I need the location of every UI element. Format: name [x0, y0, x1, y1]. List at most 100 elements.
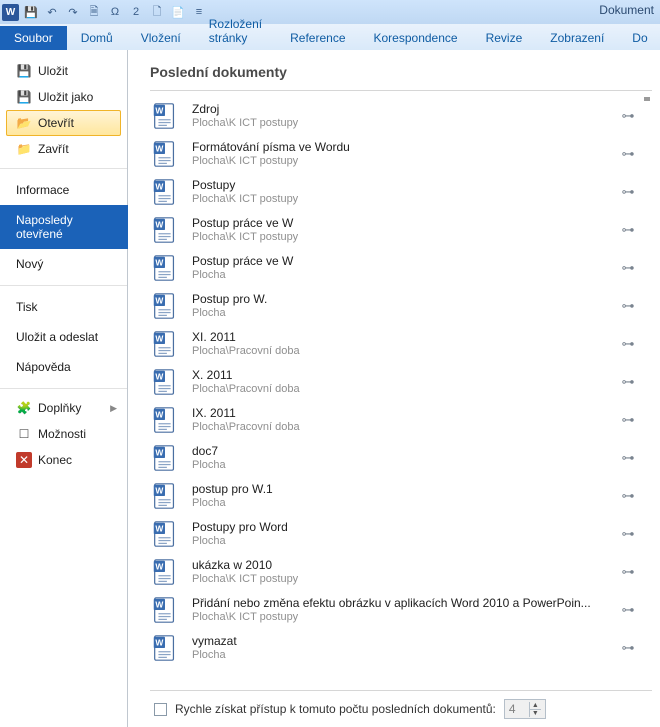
pin-icon[interactable]: ⊶ [620, 146, 636, 162]
pin-icon[interactable]: ⊶ [620, 640, 636, 656]
recent-document-text: ukázka w 2010Plocha\K ICT postupy [192, 558, 608, 586]
recent-document-text: ZdrojPlocha\K ICT postupy [192, 102, 608, 130]
doc-name: IX. 2011 [192, 406, 608, 420]
qa-symbol-icon[interactable]: Ω [106, 3, 124, 21]
recent-document-text: Formátování písma ve WorduPlocha\K ICT p… [192, 140, 608, 168]
chevron-right-icon: ▶ [110, 403, 117, 414]
pin-icon[interactable]: ⊶ [620, 564, 636, 580]
recent-document-row[interactable]: W vymazatPlocha⊶ [150, 629, 652, 667]
titlebar: W 💾 ↶ ↷ 🗎 Ω 2 🗋 📄 ≡ Dokument [0, 0, 660, 24]
doc-name: X. 2011 [192, 368, 608, 382]
doc-path: Plocha [192, 306, 608, 320]
svg-text:W: W [155, 486, 163, 496]
doc-path: Plocha\K ICT postupy [192, 154, 608, 168]
sidebar-item-new[interactable]: Nový [0, 249, 127, 279]
recent-document-row[interactable]: W Přidání nebo změna efektu obrázku v ap… [150, 591, 652, 629]
recent-document-row[interactable]: W postup pro W.1Plocha⊶ [150, 477, 652, 515]
tab-view[interactable]: Zobrazení [536, 27, 618, 50]
pin-icon[interactable]: ⊶ [620, 336, 636, 352]
sidebar-item-addins[interactable]: 🧩 Doplňky ▶ [0, 395, 127, 421]
pin-icon[interactable]: ⊶ [620, 602, 636, 618]
recent-footer: Rychle získat přístup k tomuto počtu pos… [150, 690, 652, 727]
tab-references[interactable]: Reference [276, 27, 359, 50]
tab-insert[interactable]: Vložení [127, 27, 195, 50]
pin-icon[interactable]: ⊶ [620, 260, 636, 276]
spinner-up-icon[interactable]: ▲ [529, 702, 541, 709]
doc-name: XI. 2011 [192, 330, 608, 344]
qa-2-icon[interactable]: 2 [127, 3, 145, 21]
doc-name: Zdroj [192, 102, 608, 116]
recent-document-row[interactable]: W IX. 2011Plocha\Pracovní doba ⊶ [150, 401, 652, 439]
pin-icon[interactable]: ⊶ [620, 450, 636, 466]
recent-document-row[interactable]: W Formátování písma ve WorduPlocha\K ICT… [150, 135, 652, 173]
recent-document-row[interactable]: W Postup práce ve WPlocha ⊶ [150, 249, 652, 287]
sidebar-item-exit[interactable]: ✕ Konec [0, 447, 127, 473]
recent-document-row[interactable]: W XI. 2011Plocha\Pracovní doba ⊶ [150, 325, 652, 363]
sidebar-item-info[interactable]: Informace [0, 175, 127, 205]
doc-path: Plocha\K ICT postupy [192, 192, 608, 206]
sidebar-item-options[interactable]: ☐ Možnosti [0, 421, 127, 447]
qa-save-icon[interactable]: 💾 [22, 3, 40, 21]
ribbon-tabs: Soubor Domů Vložení Rozložení stránky Re… [0, 24, 660, 50]
pin-icon[interactable]: ⊶ [620, 374, 636, 390]
doc-name: postup pro W.1 [192, 482, 608, 496]
qa-undo-icon[interactable]: ↶ [43, 3, 61, 21]
pin-icon[interactable]: ⊶ [620, 488, 636, 504]
tab-review[interactable]: Revize [472, 27, 537, 50]
qa-page-icon[interactable]: 📄 [169, 3, 187, 21]
doc-path: Plocha\Pracovní doba [192, 382, 608, 396]
sidebar-item-help[interactable]: Nápověda [0, 352, 127, 382]
sidebar-label: Otevřít [38, 116, 74, 130]
recent-documents-list[interactable]: W ZdrojPlocha\K ICT postupy⊶ W Formátová… [150, 97, 652, 690]
recent-document-text: PostupyPlocha\K ICT postupy [192, 178, 608, 206]
recent-document-row[interactable]: W Postupy pro WordPlocha⊶ [150, 515, 652, 553]
pin-icon[interactable]: ⊶ [620, 184, 636, 200]
word-doc-icon: W [150, 253, 180, 283]
recent-document-text: vymazatPlocha [192, 634, 608, 662]
sidebar-item-close[interactable]: 📁 Zavřít [0, 136, 127, 162]
recent-document-row[interactable]: W Postup pro W.Plocha⊶ [150, 287, 652, 325]
tab-mailings[interactable]: Korespondence [360, 27, 472, 50]
doc-path: Plocha\Pracovní doba [192, 420, 608, 434]
recent-document-row[interactable]: W X. 2011Plocha\Pracovní doba⊶ [150, 363, 652, 401]
pin-icon[interactable]: ⊶ [620, 298, 636, 314]
quickaccess-count-spinner[interactable]: 4 ▲ ▼ [504, 699, 546, 719]
tab-pagelayout[interactable]: Rozložení stránky [195, 13, 276, 50]
pin-icon[interactable]: ⊶ [620, 222, 636, 238]
svg-text:W: W [155, 220, 163, 230]
recent-document-text: Postup pro W.Plocha [192, 292, 608, 320]
qa-redo-icon[interactable]: ↷ [64, 3, 82, 21]
recent-document-row[interactable]: W Postup práce ve WPlocha\K ICT postupy ⊶ [150, 211, 652, 249]
sidebar-item-open[interactable]: 📂 Otevřít [6, 110, 121, 136]
word-doc-icon: W [150, 405, 180, 435]
sidebar-item-recent[interactable]: Naposledy otevřené [0, 205, 128, 249]
doc-path: Plocha [192, 268, 608, 282]
qa-print-icon[interactable]: 🗎 [85, 3, 103, 21]
exit-icon: ✕ [16, 452, 32, 468]
svg-text:W: W [155, 410, 163, 420]
recent-document-text: Postup práce ve WPlocha [192, 254, 608, 282]
tab-home[interactable]: Domů [67, 27, 127, 50]
word-doc-icon: W [150, 595, 180, 625]
pin-icon[interactable]: ⊶ [620, 108, 636, 124]
sidebar-item-saveandsend[interactable]: Uložit a odeslat [0, 322, 127, 352]
tab-file[interactable]: Soubor [0, 26, 67, 50]
tab-more[interactable]: Do [618, 27, 660, 50]
svg-text:W: W [155, 144, 163, 154]
qa-new-icon[interactable]: 🗋 [148, 3, 166, 21]
svg-text:W: W [155, 334, 163, 344]
recent-document-row[interactable]: W PostupyPlocha\K ICT postupy⊶ [150, 173, 652, 211]
spinner-down-icon[interactable]: ▼ [529, 709, 541, 717]
sidebar-item-print[interactable]: Tisk [0, 292, 127, 322]
pin-icon[interactable]: ⊶ [620, 526, 636, 542]
sidebar-item-saveas[interactable]: 💾 Uložit jako [0, 84, 127, 110]
recent-document-text: XI. 2011Plocha\Pracovní doba [192, 330, 608, 358]
pin-icon[interactable]: ⊶ [620, 412, 636, 428]
recent-document-row[interactable]: W ukázka w 2010Plocha\K ICT postupy⊶ [150, 553, 652, 591]
sidebar-item-save[interactable]: 💾 Uložit [0, 58, 127, 84]
recent-document-text: Postup práce ve WPlocha\K ICT postupy [192, 216, 608, 244]
recent-document-row[interactable]: W doc7Plocha⊶ [150, 439, 652, 477]
quickaccess-checkbox[interactable] [154, 703, 167, 716]
recent-document-row[interactable]: W ZdrojPlocha\K ICT postupy⊶ [150, 97, 652, 135]
doc-path: Plocha [192, 648, 608, 662]
